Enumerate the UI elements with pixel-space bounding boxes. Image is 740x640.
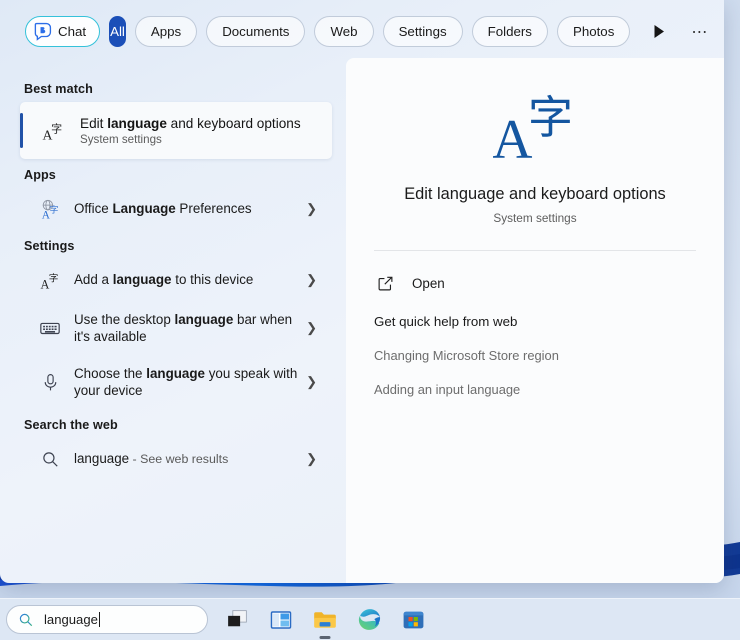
result-item-web-search[interactable]: language - See web results ❯ — [20, 438, 332, 480]
result-item-desktop-language-bar[interactable]: Use the desktop language bar when it's a… — [20, 301, 332, 355]
taskbar-search-input[interactable]: language — [6, 605, 208, 634]
ellipsis-icon[interactable]: ⋯ — [691, 17, 709, 47]
tab-photos[interactable]: Photos — [556, 16, 631, 47]
quick-help-link-store-region[interactable]: Changing Microsoft Store region — [374, 348, 696, 363]
tab-apps[interactable]: Apps — [134, 16, 198, 47]
open-action-label: Open — [412, 275, 445, 291]
best-match-item[interactable]: A 字 Edit language and keyboard options S… — [20, 102, 332, 159]
section-heading-settings: Settings — [24, 239, 75, 253]
taskbar: language — [0, 598, 740, 640]
microphone-icon — [36, 372, 64, 393]
language-translate-icon: A 字 — [36, 270, 64, 291]
tab-all[interactable]: All — [109, 16, 126, 47]
quick-help-heading: Get quick help from web — [374, 314, 518, 329]
chevron-right-icon[interactable]: ❯ — [306, 320, 326, 336]
play-arrow-icon[interactable] — [653, 17, 666, 47]
quick-help-link-input-language[interactable]: Adding an input language — [374, 382, 696, 397]
result-item-add-a-language[interactable]: A 字 Add a language to this device ❯ — [20, 259, 332, 301]
preview-divider — [374, 250, 696, 251]
best-match-subtitle: System settings — [80, 132, 162, 146]
tab-chat-label: Chat — [58, 24, 87, 39]
preview-title: Edit language and keyboard options — [404, 185, 666, 203]
bing-chat-icon — [34, 22, 52, 41]
svg-text:字: 字 — [528, 91, 573, 144]
svg-text:字: 字 — [51, 121, 62, 135]
result-item-choose-speech-language[interactable]: Choose the language you speak with your … — [20, 355, 332, 409]
result-item-label: Add a language to this device — [74, 272, 254, 288]
result-item-label: Choose the language you speak with your … — [74, 365, 298, 399]
search-results-list: Best match A 字 Edit language and keyboar… — [0, 63, 346, 583]
file-explorer-icon[interactable] — [310, 605, 340, 635]
task-view-icon[interactable] — [222, 605, 252, 635]
language-translate-icon: A 字 — [493, 91, 573, 163]
chevron-right-icon[interactable]: ❯ — [306, 201, 326, 217]
language-translate-icon: A 字 — [42, 121, 62, 142]
globe-language-icon: A 字 — [36, 199, 64, 220]
tab-folders[interactable]: Folders — [471, 16, 548, 47]
text-caret — [98, 612, 100, 627]
result-item-label: language - See web results — [74, 450, 229, 466]
tab-settings[interactable]: Settings — [382, 16, 463, 47]
chevron-right-icon[interactable]: ❯ — [306, 374, 326, 390]
edge-browser-icon[interactable] — [354, 605, 384, 635]
search-icon — [36, 450, 64, 469]
result-item-label: Office Language Preferences — [74, 201, 252, 217]
tab-documents[interactable]: Documents — [206, 16, 306, 47]
section-heading-best-match: Best match — [24, 82, 93, 96]
open-action-button[interactable]: Open — [374, 261, 696, 305]
search-flyout-panel: Chat All Apps Documents Web Settings Fol… — [0, 0, 724, 583]
result-item-office-language-preferences[interactable]: A 字 Office Language Preferences ❯ — [20, 188, 332, 230]
section-heading-apps: Apps — [24, 168, 56, 182]
search-filter-tabbar: Chat All Apps Documents Web Settings Fol… — [0, 0, 724, 63]
preview-pane: A 字 Edit language and keyboard options S… — [346, 58, 724, 583]
chevron-right-icon[interactable]: ❯ — [306, 451, 326, 467]
svg-text:A: A — [493, 109, 533, 163]
tab-web[interactable]: Web — [314, 16, 374, 47]
svg-text:字: 字 — [48, 272, 58, 284]
external-link-icon — [374, 275, 396, 292]
section-heading-search-the-web: Search the web — [24, 418, 118, 432]
keyboard-icon — [36, 317, 64, 339]
best-match-title: Edit language and keyboard options — [80, 115, 301, 131]
taskbar-search-value: language — [44, 612, 100, 627]
tab-chat[interactable]: Chat — [25, 16, 101, 47]
result-item-label: Use the desktop language bar when it's a… — [74, 311, 293, 345]
preview-subtitle: System settings — [493, 211, 577, 225]
chevron-right-icon[interactable]: ❯ — [306, 272, 326, 288]
microsoft-store-icon[interactable] — [398, 605, 428, 635]
search-icon — [19, 613, 33, 626]
widgets-icon[interactable] — [266, 605, 296, 635]
svg-text:字: 字 — [49, 203, 58, 215]
